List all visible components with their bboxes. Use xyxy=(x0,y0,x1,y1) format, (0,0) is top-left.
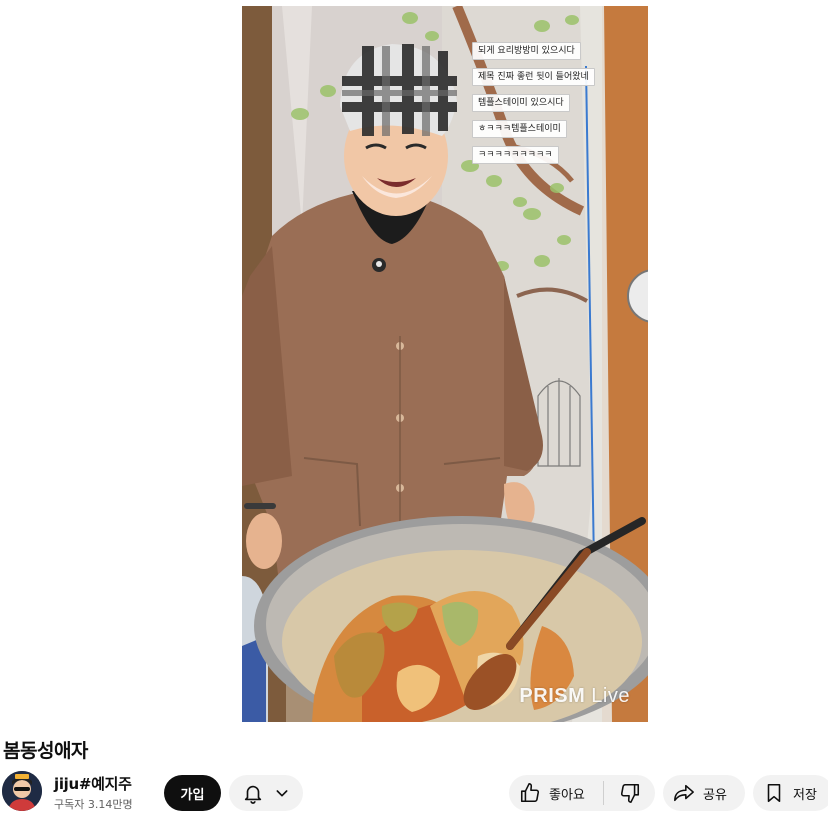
channel-name[interactable]: jiju#예지주 xyxy=(54,773,132,794)
subscriber-count: 구독자 3.14만명 xyxy=(54,798,133,811)
like-label: 좋아요 xyxy=(549,787,585,803)
watermark-bold: PRISM xyxy=(519,685,586,707)
like-button[interactable]: 좋아요 xyxy=(509,775,603,811)
chat-message: ㅋㅋㅋㅋㅋㅋㅋㅋㅋ xyxy=(472,146,559,164)
channel-avatar[interactable] xyxy=(2,771,42,811)
join-button[interactable]: 가입 xyxy=(164,775,221,811)
chat-message: ㅎㅋㅋㅋ템플스테이미 xyxy=(472,120,567,138)
bookmark-icon xyxy=(763,782,785,804)
chat-message: 제목 진짜 좋런 뒷이 들어왔네 xyxy=(472,68,595,86)
notification-button[interactable] xyxy=(229,775,303,811)
chat-message: 되게 요리방방미 있으시다 xyxy=(472,42,581,60)
save-button[interactable]: 저장 xyxy=(753,775,828,811)
thumb-up-icon xyxy=(519,782,541,804)
prism-live-watermark: PRISM Live xyxy=(519,685,630,708)
bell-icon xyxy=(242,782,264,804)
video-player[interactable]: 되게 요리방방미 있으시다 제목 진짜 좋런 뒷이 들어왔네 템플스테이미 있으… xyxy=(242,6,648,722)
thumb-down-icon xyxy=(619,782,641,804)
watermark-light: Live xyxy=(585,685,630,707)
chevron-down-icon xyxy=(274,785,290,801)
chat-overlay: 되게 요리방방미 있으시다 제목 진짜 좋런 뒷이 들어왔네 템플스테이미 있으… xyxy=(472,42,595,164)
share-label: 공유 xyxy=(703,787,727,803)
like-dislike-group: 좋아요 xyxy=(509,775,655,811)
chat-message: 템플스테이미 있으시다 xyxy=(472,94,570,112)
video-title: 봄동성애자 xyxy=(3,740,88,762)
save-label: 저장 xyxy=(793,787,817,803)
share-button[interactable]: 공유 xyxy=(663,775,745,811)
share-arrow-icon xyxy=(673,782,695,804)
dislike-button[interactable] xyxy=(604,775,655,811)
